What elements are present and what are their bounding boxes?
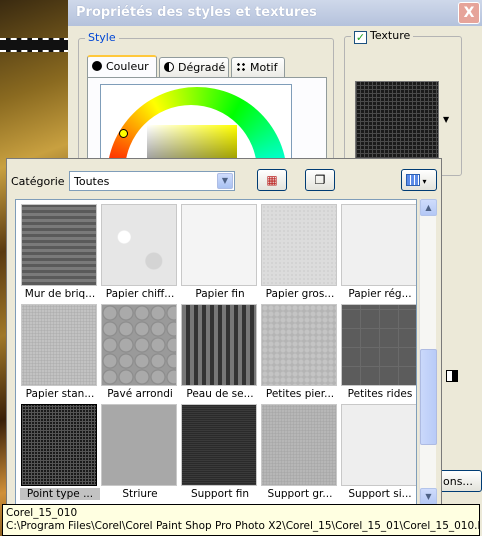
resource-manager-button[interactable]: ▦ — [257, 169, 287, 191]
solid-color-icon — [92, 61, 102, 71]
tab-couleur[interactable]: Couleur — [87, 55, 157, 78]
texture-preview[interactable] — [355, 81, 439, 159]
texture-gallery: Mur de briq... Papier chiff... Papier fi… — [15, 199, 417, 505]
texture-swatch — [21, 404, 97, 486]
texture-tile[interactable]: Support gr... — [260, 402, 340, 502]
texture-swatch — [261, 304, 337, 386]
texture-swatch — [101, 404, 177, 486]
pattern-icon — [236, 62, 246, 72]
texture-tile[interactable]: Papier rég... — [340, 202, 416, 302]
texture-tile[interactable]: Striure — [100, 402, 180, 502]
texture-tile[interactable]: Petites rides — [340, 302, 416, 402]
color-tab-panel — [87, 77, 327, 204]
texture-label: Petites pier... — [265, 388, 335, 400]
chevron-down-icon: ▾ — [420, 177, 427, 186]
tab-couleur-label: Couleur — [106, 60, 149, 73]
category-label: Catégorie : — [11, 175, 72, 188]
texture-swatch — [21, 304, 97, 386]
resource-manager-icon: ▦ — [266, 173, 278, 187]
texture-swatch — [181, 404, 257, 486]
texture-swatch — [341, 404, 416, 486]
category-select[interactable]: Toutes ▼ — [69, 171, 235, 191]
texture-swatch — [341, 204, 416, 286]
texture-label: Papier stan... — [25, 388, 95, 400]
texture-tile[interactable]: Peau de se... — [180, 302, 260, 402]
copy-icon: ❐ — [314, 173, 326, 187]
background-marquee — [0, 38, 70, 52]
texture-checkbox-wrap[interactable]: ✓ Texture — [351, 29, 414, 44]
scroll-thumb[interactable] — [420, 349, 437, 445]
texture-label: Papier chiff... — [105, 288, 175, 300]
texture-label: Papier gros... — [265, 288, 335, 300]
texture-tile[interactable]: Papier gros... — [260, 202, 340, 302]
texture-tile[interactable]: Support si... — [340, 402, 416, 502]
texture-swatch — [101, 304, 177, 386]
options-button[interactable]: ons... — [436, 470, 482, 492]
grid-view-icon — [406, 174, 420, 186]
texture-tile[interactable]: Pavé arrondi — [100, 302, 180, 402]
tab-motif[interactable]: Motif — [231, 57, 285, 77]
chevron-down-icon[interactable]: ▼ — [217, 173, 233, 189]
texture-label: Striure — [122, 488, 158, 500]
texture-label: Peau de se... — [186, 388, 254, 400]
tab-motif-label: Motif — [250, 61, 278, 74]
chevron-down-icon[interactable]: ▼ — [443, 115, 449, 124]
gradient-icon — [164, 62, 174, 72]
chevron-up-icon: ▲ — [425, 203, 432, 212]
texture-label: Pavé arrondi — [107, 388, 173, 400]
texture-swatch — [261, 404, 337, 486]
texture-checkbox-label: Texture — [370, 29, 411, 42]
tab-degrade-label: Dégradé — [178, 61, 226, 74]
texture-label: Point type ... — [20, 488, 100, 500]
texture-label: Support fin — [190, 488, 250, 500]
texture-tile[interactable]: Papier fin — [180, 202, 260, 302]
texture-label: Support si... — [348, 488, 412, 500]
gallery-scrollbar[interactable]: ▲ ▼ — [419, 199, 437, 505]
swap-colors-icon[interactable] — [446, 370, 458, 382]
texture-label: Petites rides — [347, 388, 413, 400]
texture-swatch — [181, 304, 257, 386]
texture-tile[interactable]: Mur de briq... — [20, 202, 100, 302]
texture-tile[interactable]: Papier chiff... — [100, 202, 180, 302]
texture-swatch — [181, 204, 257, 286]
texture-swatch — [21, 204, 97, 286]
scroll-down-button[interactable]: ▼ — [420, 488, 437, 505]
texture-picker-popup: Catégorie : Toutes ▼ ▦ ❐ ▾ Mur de briq..… — [6, 158, 442, 508]
category-select-value: Toutes — [74, 175, 110, 188]
texture-group: ✓ Texture ▼ — [344, 29, 462, 176]
style-group: Style Couleur Dégradé Motif — [78, 31, 334, 204]
texture-label: Mur de briq... — [24, 288, 96, 300]
tooltip-path: C:\Program Files\Corel\Corel Paint Shop … — [6, 520, 480, 532]
texture-swatch — [261, 204, 337, 286]
texture-tile[interactable]: Point type ... — [20, 402, 100, 502]
texture-label: Support gr... — [267, 488, 333, 500]
texture-swatch — [101, 204, 177, 286]
texture-tile[interactable]: Petites pier... — [260, 302, 340, 402]
texture-checkbox[interactable]: ✓ — [354, 31, 367, 44]
title-bar[interactable]: Propriétés des styles et textures X — [68, 0, 482, 26]
dialog-title: Propriétés des styles et textures — [76, 5, 317, 20]
tab-degrade[interactable]: Dégradé — [159, 57, 229, 77]
texture-tooltip: Corel_15_010 C:\Program Files\Corel\Core… — [2, 504, 480, 536]
texture-swatch — [341, 304, 416, 386]
view-mode-button[interactable]: ▾ — [401, 169, 437, 191]
copy-resource-button[interactable]: ❐ — [305, 169, 335, 191]
tooltip-name: Corel_15_010 — [6, 507, 78, 519]
texture-label: Papier rég... — [348, 288, 412, 300]
texture-label: Papier fin — [195, 288, 245, 300]
chevron-down-icon: ▼ — [425, 492, 432, 501]
scroll-up-button[interactable]: ▲ — [420, 199, 437, 216]
texture-tile[interactable]: Support fin — [180, 402, 260, 502]
hue-marker-handle[interactable] — [119, 129, 128, 138]
close-button[interactable]: X — [458, 2, 480, 24]
texture-tile[interactable]: Papier stan... — [20, 302, 100, 402]
style-group-legend: Style — [85, 31, 119, 44]
